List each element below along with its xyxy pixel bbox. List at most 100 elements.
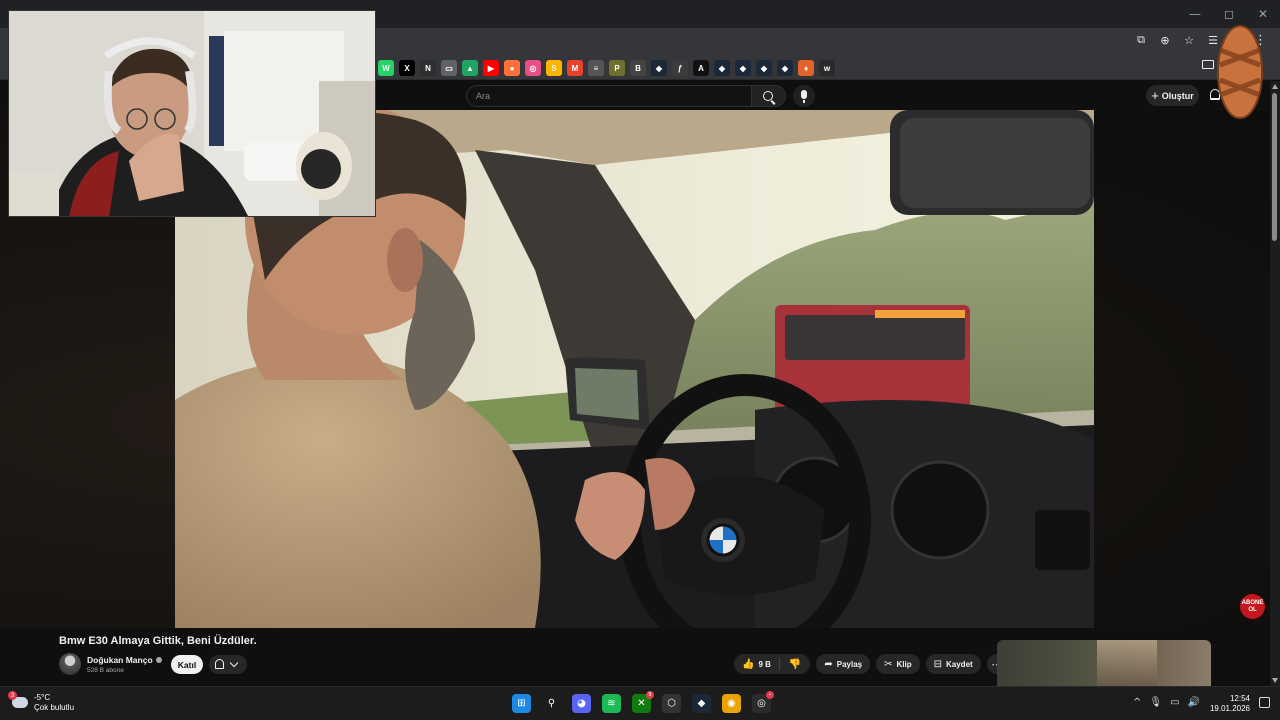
install-app-icon[interactable]: ⧉ (1134, 33, 1148, 47)
obs-badge: • (766, 691, 774, 699)
flame-icon[interactable]: ♦ (798, 60, 814, 76)
spotify-icon[interactable]: ≋ (602, 694, 621, 713)
verified-icon (155, 657, 162, 663)
steam-icon[interactable]: ◆ (777, 60, 793, 76)
app-icon[interactable]: ⬡ (662, 694, 681, 713)
dribbble-icon[interactable]: ◎ (525, 60, 541, 76)
pocket-icon[interactable]: P (609, 60, 625, 76)
recommended-video-thumbnail[interactable] (997, 640, 1211, 686)
notification-bell-button[interactable] (209, 655, 247, 674)
database-icon[interactable]: ≡ (588, 60, 604, 76)
video-title: Bmw E30 Almaya Gittik, Beni Üzdüler. (59, 635, 257, 647)
bookmark-list: W X N ▭ ▲ ▶ ● ◎ S M ≡ P B ◆ ƒ A ◆ ◆ ◆ ◆ ♦ w (378, 60, 835, 76)
cloud-icon: 3 (8, 691, 28, 709)
search-icon (763, 91, 773, 101)
clip-label: Klip (896, 659, 912, 669)
chevron-down-icon (229, 658, 239, 668)
save-button[interactable]: ⊟ Kaydet (925, 654, 981, 674)
xbox-icon[interactable]: ✕ 9 (632, 691, 654, 713)
show-hidden-icons-icon[interactable]: ^ (1133, 697, 1141, 708)
channel-avatar[interactable] (59, 653, 81, 675)
address-bar-actions: ⧉ ⊕ ☆ ☰ (1134, 33, 1220, 47)
scrollbar-thumb[interactable] (1272, 93, 1277, 241)
screen: — ◻ ✕ ⧉ ⊕ ☆ ☰ ⋮ WXN▭▲▶●◎SM≡PB◆ƒA◆◆◆◆♦w T… (0, 0, 1280, 720)
sahibinden-icon[interactable]: S (546, 60, 562, 76)
steam-icon[interactable]: ◆ (735, 60, 751, 76)
taskbar-apps: ⊞ ⚲ ◕ ≋ ✕ 9 ⬡ ◆ ◉ ◎ • (512, 691, 774, 713)
folder-icon[interactable]: ▭ (441, 60, 457, 76)
volume-icon[interactable]: 🔊 (1188, 697, 1200, 708)
like-button[interactable]: 👍 9 B (734, 658, 780, 670)
like-count: 9 B (758, 659, 771, 669)
youtube-icon[interactable]: ▶ (483, 60, 499, 76)
page-scrollbar[interactable] (1270, 81, 1280, 686)
steam-icon[interactable]: ◆ (692, 694, 711, 713)
minimize-button[interactable]: — (1178, 0, 1212, 28)
firefox-icon[interactable]: ● (504, 60, 520, 76)
zoom-icon[interactable]: ⊕ (1158, 33, 1172, 47)
scroll-down-arrow-icon[interactable] (1272, 678, 1278, 683)
subscriber-count: 528 B abone (87, 667, 124, 674)
voice-search-button[interactable] (793, 85, 815, 107)
thumbs-down-icon: 👎 (788, 658, 802, 670)
video-info: Bmw E30 Almaya Gittik, Beni Üzdüler. Doğ… (0, 628, 1270, 686)
channel-name[interactable]: Doğukan Manço (87, 655, 162, 665)
share-button[interactable]: ➦ Paylaş (816, 654, 871, 674)
box-icon[interactable]: B (630, 60, 646, 76)
weather-badge: 3 (8, 691, 17, 701)
w-icon[interactable]: w (819, 60, 835, 76)
join-button[interactable]: Katıl (171, 655, 203, 674)
discord-icon[interactable]: ◕ (572, 694, 591, 713)
chrome-icon[interactable]: ◉ (722, 694, 741, 713)
search-button[interactable] (752, 85, 786, 107)
windows-start-icon[interactable]: ⊞ (512, 694, 531, 713)
windows-taskbar: 3 -5°C Çok bulutlu ⊞ ⚲ ◕ ≋ ✕ 9 ⬡ ◆ ◉ ◎ • ^ 🎙 ▭ 🔊 12:5… (0, 686, 1280, 720)
clock[interactable]: 12:54 19.01.2026 (1210, 694, 1250, 715)
share-label: Paylaş (836, 659, 863, 669)
channel-name-text: Doğukan Manço (87, 655, 153, 665)
drive-icon[interactable]: ▲ (462, 60, 478, 76)
obs-icon[interactable]: ◎ • (752, 691, 774, 713)
subscribe-badge[interactable]: ABONE OL (1240, 594, 1265, 619)
plus-icon: + (1151, 88, 1159, 103)
dislike-button[interactable]: 👎 (780, 659, 810, 670)
search-input[interactable]: Ara (466, 85, 752, 107)
save-label: Kaydet (946, 659, 973, 669)
sandal-sticker (1217, 25, 1263, 119)
scissors-icon: ✂ (884, 658, 893, 670)
webcam-overlay (8, 10, 376, 217)
notification-center-icon[interactable] (1259, 697, 1270, 708)
weather-widget[interactable]: 3 -5°C Çok bulutlu (8, 691, 75, 712)
search-icon[interactable]: ⚲ (542, 694, 561, 713)
bookmark-star-icon[interactable]: ☆ (1182, 33, 1196, 47)
webcam-feed (9, 11, 375, 216)
clock-date: 19.01.2026 (1209, 704, 1250, 714)
steam-icon[interactable]: ◆ (756, 60, 772, 76)
share-icon: ➦ (824, 658, 833, 670)
xbox-badge: 9 (646, 691, 654, 699)
bell-icon (215, 659, 224, 669)
steam-icon[interactable]: ◆ (714, 60, 730, 76)
thumbs-up-icon: 👍 (742, 658, 755, 670)
like-dislike-group: 👍 9 B 👎 (734, 654, 811, 674)
whatsapp-icon[interactable]: W (378, 60, 394, 76)
subscribe-badge-line-2: OL (1248, 606, 1257, 613)
weather-condition: Çok bulutlu (34, 702, 75, 712)
create-label: Oluştur (1161, 90, 1194, 101)
bookmark-icon: ⊟ (933, 658, 942, 670)
email-icon[interactable]: M (567, 60, 583, 76)
search-bar: Ara (466, 85, 786, 107)
display-icon[interactable]: ▭ (1170, 697, 1179, 708)
clip-button[interactable]: ✂ Klip (876, 654, 920, 674)
scroll-up-arrow-icon[interactable] (1272, 84, 1278, 89)
system-tray: ^ 🎙 ▭ 🔊 (1133, 697, 1200, 708)
create-button[interactable]: + Oluştur (1146, 85, 1199, 106)
a-icon[interactable]: A (693, 60, 709, 76)
pen-icon[interactable]: ƒ (672, 60, 688, 76)
notion-icon[interactable]: N (420, 60, 436, 76)
microphone-icon[interactable]: 🎙 (1149, 697, 1162, 708)
x-icon[interactable]: X (399, 60, 415, 76)
video-actions: 👍 9 B 👎 ➦ Paylaş ✂ Klip ⊟ Kaydet ⋯ (734, 654, 1007, 674)
temperature: -5°C (34, 693, 51, 702)
steam-icon[interactable]: ◆ (651, 60, 667, 76)
